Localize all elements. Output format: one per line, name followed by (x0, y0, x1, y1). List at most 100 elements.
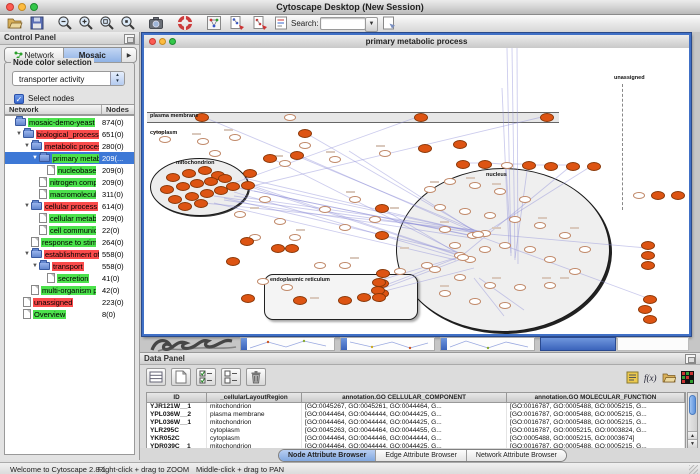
network-node-selected[interactable] (160, 185, 174, 194)
column-network[interactable]: Network (5, 105, 102, 114)
network-node[interactable] (429, 266, 441, 273)
network-node[interactable] (274, 218, 286, 225)
network-node-selected[interactable] (200, 189, 214, 198)
tree-row[interactable]: cellular metabol209(0) (5, 212, 134, 224)
network-node[interactable] (454, 274, 466, 281)
network-node-selected[interactable] (376, 269, 390, 278)
network-node[interactable] (499, 302, 511, 309)
network-node[interactable] (633, 192, 645, 199)
annotation-icon[interactable] (272, 15, 290, 31)
minimized-window[interactable] (540, 337, 616, 351)
network-node[interactable] (229, 134, 241, 141)
network-node[interactable] (484, 212, 496, 219)
tree-row[interactable]: mosaic-demo-yeast874(0) (5, 116, 134, 128)
tree-row[interactable]: Overview8(0) (5, 308, 134, 320)
network-node-selected[interactable] (243, 169, 257, 178)
network-node[interactable] (569, 268, 581, 275)
tree-row[interactable]: nucleobase-209(0) (5, 164, 134, 176)
network-node-selected[interactable] (643, 295, 657, 304)
network-node-selected[interactable] (522, 161, 536, 170)
network-node[interactable] (579, 246, 591, 253)
tree-row[interactable]: nitrogen compo209(0) (5, 176, 134, 188)
network-node[interactable] (299, 142, 311, 149)
table-column-header[interactable]: ID (147, 393, 207, 402)
select-attributes-icon[interactable] (196, 368, 216, 386)
disclosure-triangle-icon[interactable]: ▼ (31, 155, 39, 161)
network-node-selected[interactable] (641, 261, 655, 270)
minimized-window[interactable] (440, 337, 535, 351)
network-node[interactable] (459, 208, 471, 215)
network-node[interactable] (159, 136, 171, 143)
network-node-selected[interactable] (290, 151, 304, 160)
network-view-icon[interactable] (205, 15, 223, 31)
network-node[interactable] (444, 178, 456, 185)
network-node-selected[interactable] (453, 140, 467, 149)
attribute-list-icon[interactable] (625, 370, 640, 384)
tree-row[interactable]: ▼cellular process614(0) (5, 200, 134, 212)
close-button[interactable] (149, 38, 156, 45)
network-node[interactable] (379, 150, 391, 157)
tree-row[interactable]: secretion41(0) (5, 272, 134, 284)
search-input[interactable] (320, 17, 366, 30)
zoom-in-icon[interactable] (77, 15, 95, 31)
vizmap-icon[interactable] (228, 15, 246, 31)
scroll-down-icon[interactable]: ▼ (688, 439, 697, 448)
network-node-selected[interactable] (298, 129, 312, 138)
table-row[interactable]: YLR295Ccytoplasm[GO:0045263, GO:0044464,… (147, 427, 685, 435)
zoom-window-button[interactable] (169, 38, 176, 45)
network-node[interactable] (501, 162, 513, 169)
node-color-dropdown[interactable]: transporter activity ▲▼ (12, 71, 125, 86)
network-node-selected[interactable] (176, 182, 190, 191)
network-node[interactable] (519, 196, 531, 203)
network-node-selected[interactable] (182, 169, 196, 178)
snapshot-icon[interactable] (147, 15, 165, 31)
table-icon[interactable] (146, 368, 166, 386)
tree-row[interactable]: ▼transport558(0) (5, 260, 134, 272)
network-node-selected[interactable] (651, 191, 665, 200)
network-node-selected[interactable] (226, 257, 240, 266)
network-node[interactable] (534, 222, 546, 229)
disclosure-triangle-icon[interactable]: ▼ (23, 143, 31, 149)
float-panel-icon[interactable] (124, 34, 135, 44)
network-node[interactable] (544, 256, 556, 263)
network-node-selected[interactable] (241, 294, 255, 303)
tab-edge-attribute-browser[interactable]: Edge Attribute Browser (376, 450, 467, 461)
network-node[interactable] (394, 268, 406, 275)
open-icon[interactable] (6, 15, 24, 31)
network-node[interactable] (424, 186, 436, 193)
network-node-selected[interactable] (357, 293, 371, 302)
network-node-selected[interactable] (240, 237, 254, 246)
network-node[interactable] (439, 290, 451, 297)
network-node-selected[interactable] (285, 244, 299, 253)
resize-grip[interactable] (689, 465, 698, 474)
network-node[interactable] (457, 254, 469, 261)
network-node[interactable] (257, 278, 269, 285)
tree-row[interactable]: macromolecule311(0) (5, 188, 134, 200)
network-node[interactable] (329, 156, 341, 163)
network-node[interactable] (479, 246, 491, 253)
network-node-selected[interactable] (375, 204, 389, 213)
network-node-selected[interactable] (566, 162, 580, 171)
network-node-selected[interactable] (540, 113, 554, 122)
network-node-selected[interactable] (641, 241, 655, 250)
tab-node-attribute-browser[interactable]: Node Attribute Browser (279, 450, 376, 461)
table-row[interactable]: YPL036W__1mitochondrion[GO:0044464, GO:0… (147, 419, 685, 427)
delete-attribute-icon[interactable] (246, 368, 266, 386)
network-node[interactable] (509, 216, 521, 223)
new-attribute-icon[interactable] (171, 368, 191, 386)
network-node[interactable] (289, 234, 301, 241)
float-panel-icon[interactable] (685, 354, 696, 364)
save-icon[interactable] (28, 15, 46, 31)
network-node[interactable] (524, 246, 536, 253)
tree-row[interactable]: ▼primary metabo209(... (5, 152, 134, 164)
table-row[interactable]: YKR052Ccytoplasm[GO:0044464, GO:0044446,… (147, 435, 685, 443)
network-node[interactable] (314, 262, 326, 269)
zoom-fit-icon[interactable] (98, 15, 116, 31)
network-node[interactable] (234, 211, 246, 218)
network-node-selected[interactable] (414, 113, 428, 122)
network-node[interactable] (279, 160, 291, 167)
scrollbar-thumb[interactable] (689, 395, 696, 415)
network-node[interactable] (369, 216, 381, 223)
tree-row[interactable]: multi-organism pro42(0) (5, 284, 134, 296)
network-node[interactable] (209, 150, 221, 157)
